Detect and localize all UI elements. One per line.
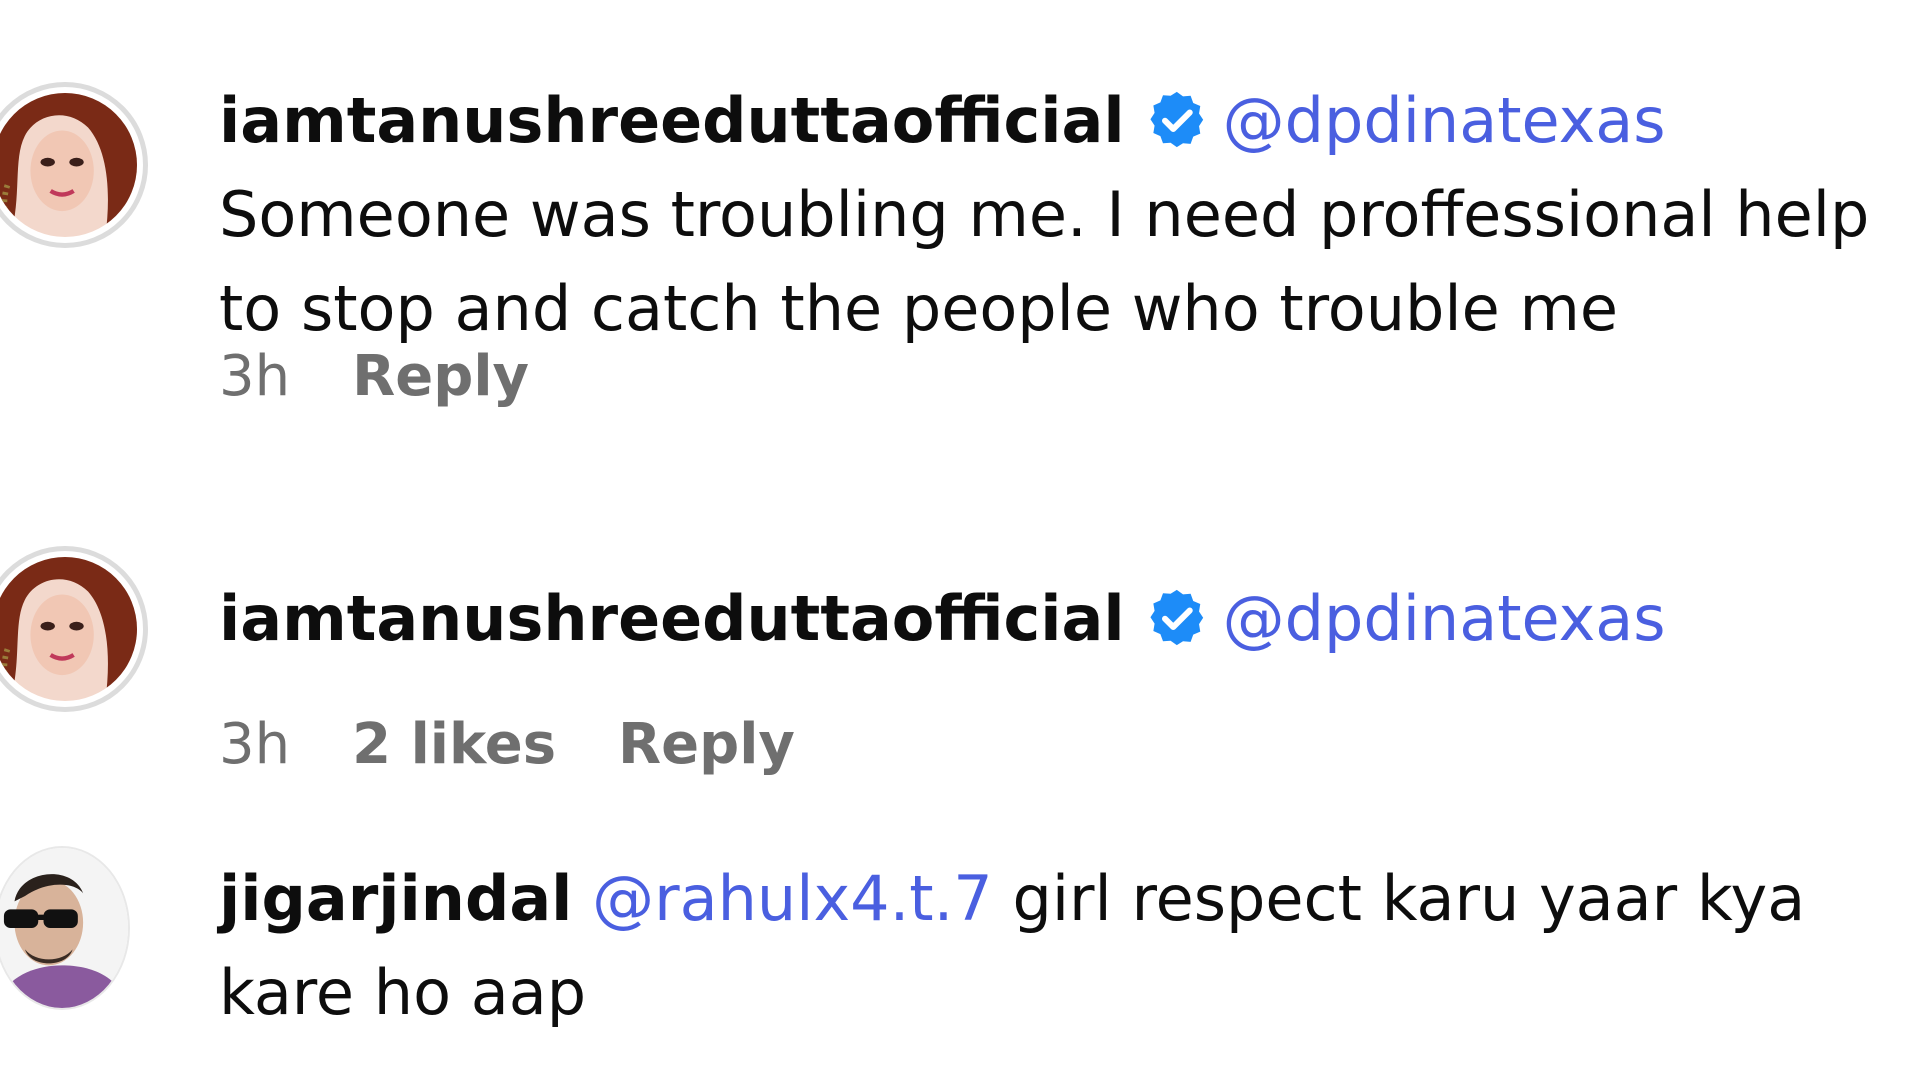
username[interactable]: iamtanushreeduttaofficial	[219, 582, 1125, 655]
verified-badge-icon	[1147, 588, 1207, 648]
username[interactable]: jigarjindal	[219, 862, 572, 935]
reply-button[interactable]: Reply	[618, 712, 795, 777]
reply-button[interactable]: Reply	[352, 344, 529, 409]
timestamp[interactable]: 3h	[219, 344, 290, 409]
likes-count[interactable]: 2 likes	[352, 712, 556, 777]
mention-link[interactable]: @dpdinatexas	[1223, 84, 1666, 157]
comment-text: iamtanushreeduttaofficial @dpdinatexas	[219, 572, 1919, 666]
mention-link[interactable]: @dpdinatexas	[1223, 582, 1666, 655]
avatar-image	[0, 93, 137, 237]
comment-meta: 3h Reply	[219, 344, 529, 409]
avatar-image	[0, 557, 137, 701]
comment-text: iamtanushreeduttaofficial @dpdinatexas So…	[219, 74, 1919, 356]
mention-link[interactable]: @rahulx4.t.7	[592, 862, 993, 935]
timestamp[interactable]: 3h	[219, 712, 290, 777]
avatar[interactable]	[0, 82, 148, 248]
verified-badge-icon	[1147, 90, 1207, 150]
username[interactable]: iamtanushreeduttaofficial	[219, 84, 1125, 157]
avatar[interactable]	[0, 546, 148, 712]
avatar-image	[0, 848, 128, 1008]
comment-meta: 3h 2 likes Reply	[219, 712, 795, 777]
comment-text: jigarjindal @rahulx4.t.7 girl respect ka…	[219, 852, 1919, 1040]
avatar[interactable]	[0, 846, 130, 1010]
